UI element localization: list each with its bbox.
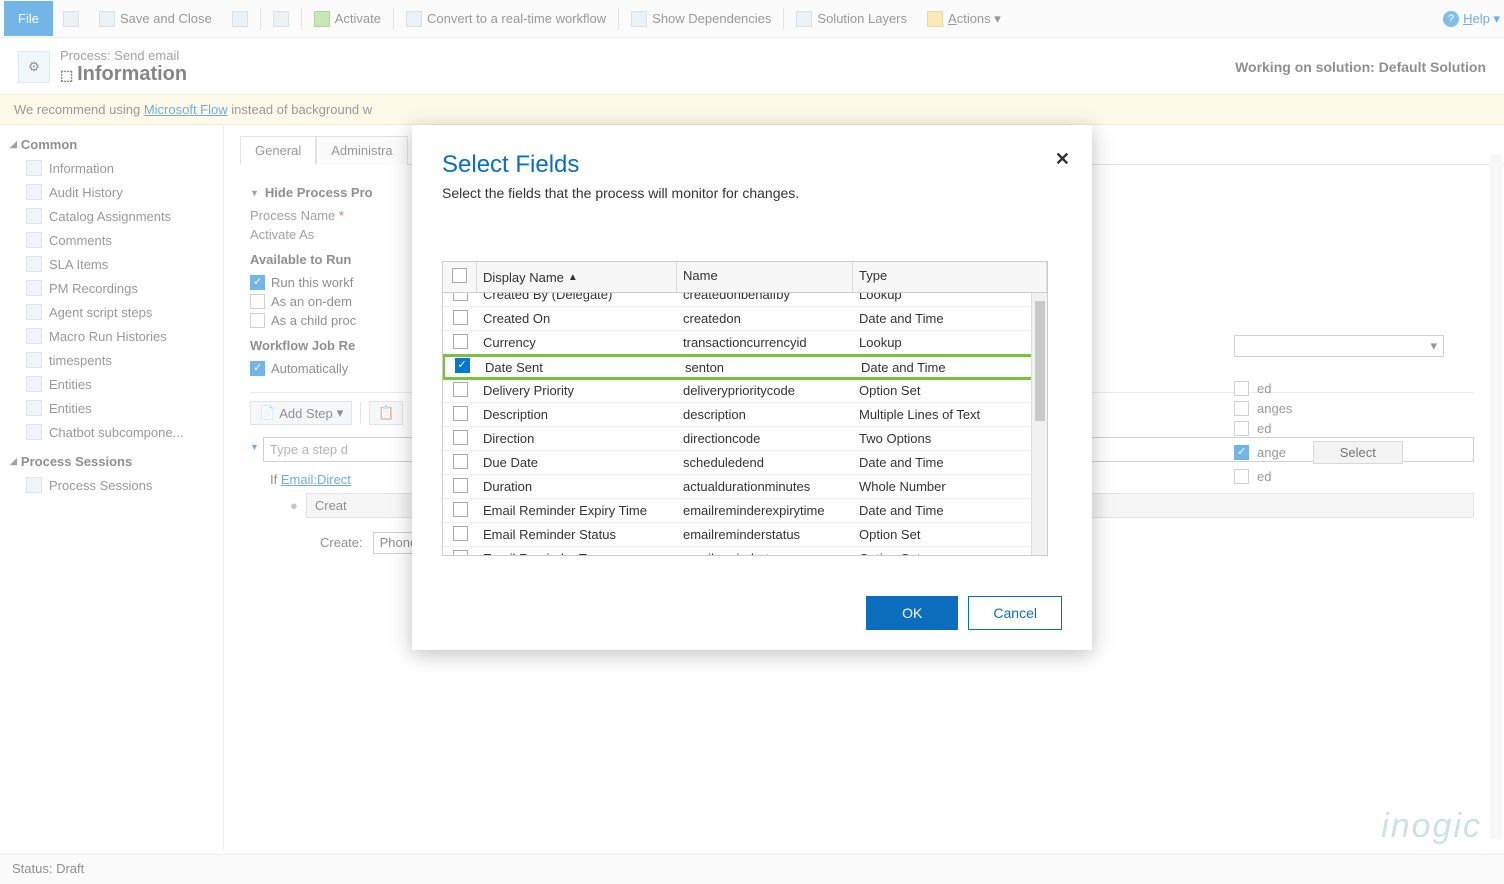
row-checkbox[interactable] — [453, 334, 468, 349]
field-row[interactable]: Due DatescheduledendDate and Time — [443, 451, 1047, 475]
row-name: emailremindertype — [677, 551, 853, 555]
row-type: Multiple Lines of Text — [853, 407, 1047, 422]
row-checkbox[interactable] — [453, 526, 468, 541]
row-type: Option Set — [853, 527, 1047, 542]
row-display: Email Reminder Status — [477, 527, 677, 542]
field-row[interactable]: Email Reminder Statusemailreminderstatus… — [443, 523, 1047, 547]
row-checkbox[interactable] — [453, 430, 468, 445]
row-display: Direction — [477, 431, 677, 446]
row-checkbox[interactable] — [453, 406, 468, 421]
row-display: Email Reminder Type — [477, 551, 677, 555]
row-name: emailreminderstatus — [677, 527, 853, 542]
modal-overlay: ✕ Select Fields Select the fields that t… — [0, 0, 1504, 884]
row-display: Delivery Priority — [477, 383, 677, 398]
row-checkbox[interactable] — [453, 502, 468, 517]
dialog-subtitle: Select the fields that the process will … — [442, 185, 1062, 201]
row-display: Duration — [477, 479, 677, 494]
dialog-title: Select Fields — [442, 151, 1062, 179]
row-type: Option Set — [853, 383, 1047, 398]
row-display: Description — [477, 407, 677, 422]
grid-scrollbar[interactable] — [1031, 293, 1047, 555]
row-name: deliveryprioritycode — [677, 383, 853, 398]
field-row[interactable]: Created By (Delegate)createdonbehalfbyLo… — [443, 293, 1047, 307]
row-name: description — [677, 407, 853, 422]
field-row[interactable]: Email Reminder Expiry Timeemailremindere… — [443, 499, 1047, 523]
row-type: Date and Time — [855, 360, 1045, 375]
ok-button[interactable]: OK — [866, 596, 958, 630]
select-all-checkbox[interactable] — [452, 268, 467, 283]
row-checkbox[interactable] — [455, 358, 470, 373]
row-name: transactioncurrencyid — [677, 335, 853, 350]
select-fields-dialog: ✕ Select Fields Select the fields that t… — [412, 125, 1092, 650]
row-type: Whole Number — [853, 479, 1047, 494]
row-type: Option Set — [853, 551, 1047, 555]
row-name: emailreminderexpirytime — [677, 503, 853, 518]
row-name: createdonbehalfby — [677, 293, 853, 302]
row-checkbox[interactable] — [453, 550, 468, 556]
row-display: Created On — [477, 311, 677, 326]
row-checkbox[interactable] — [453, 293, 468, 301]
field-row[interactable]: DirectiondirectioncodeTwo Options — [443, 427, 1047, 451]
row-type: Lookup — [853, 293, 1047, 302]
field-row[interactable]: Date SentsentonDate and Time — [443, 354, 1047, 380]
close-icon[interactable]: ✕ — [1055, 149, 1070, 170]
cancel-button[interactable]: Cancel — [968, 596, 1062, 630]
row-type: Date and Time — [853, 455, 1047, 470]
row-display: Created By (Delegate) — [477, 293, 677, 302]
row-display: Due Date — [477, 455, 677, 470]
col-name[interactable]: Name — [677, 262, 853, 292]
row-name: directioncode — [677, 431, 853, 446]
field-row[interactable]: DescriptiondescriptionMultiple Lines of … — [443, 403, 1047, 427]
row-checkbox[interactable] — [453, 382, 468, 397]
row-name: actualdurationminutes — [677, 479, 853, 494]
col-type[interactable]: Type — [853, 262, 1047, 292]
field-row[interactable]: Email Reminder TypeemailremindertypeOpti… — [443, 547, 1047, 555]
row-type: Date and Time — [853, 311, 1047, 326]
row-type: Date and Time — [853, 503, 1047, 518]
row-name: scheduledend — [677, 455, 853, 470]
field-row[interactable]: Delivery PrioritydeliveryprioritycodeOpt… — [443, 379, 1047, 403]
row-checkbox[interactable] — [453, 478, 468, 493]
row-name: senton — [679, 360, 855, 375]
row-display: Date Sent — [479, 360, 679, 375]
row-type: Lookup — [853, 335, 1047, 350]
field-row[interactable]: Created OncreatedonDate and Time — [443, 307, 1047, 331]
row-display: Email Reminder Expiry Time — [477, 503, 677, 518]
row-type: Two Options — [853, 431, 1047, 446]
field-row[interactable]: DurationactualdurationminutesWhole Numbe… — [443, 475, 1047, 499]
row-name: createdon — [677, 311, 853, 326]
fields-grid: Display Name ▲ Name Type Created By (Del… — [442, 261, 1048, 556]
row-display: Currency — [477, 335, 677, 350]
field-row[interactable]: CurrencytransactioncurrencyidLookup — [443, 331, 1047, 355]
row-checkbox[interactable] — [453, 310, 468, 325]
row-checkbox[interactable] — [453, 454, 468, 469]
col-display-name[interactable]: Display Name ▲ — [477, 262, 677, 292]
